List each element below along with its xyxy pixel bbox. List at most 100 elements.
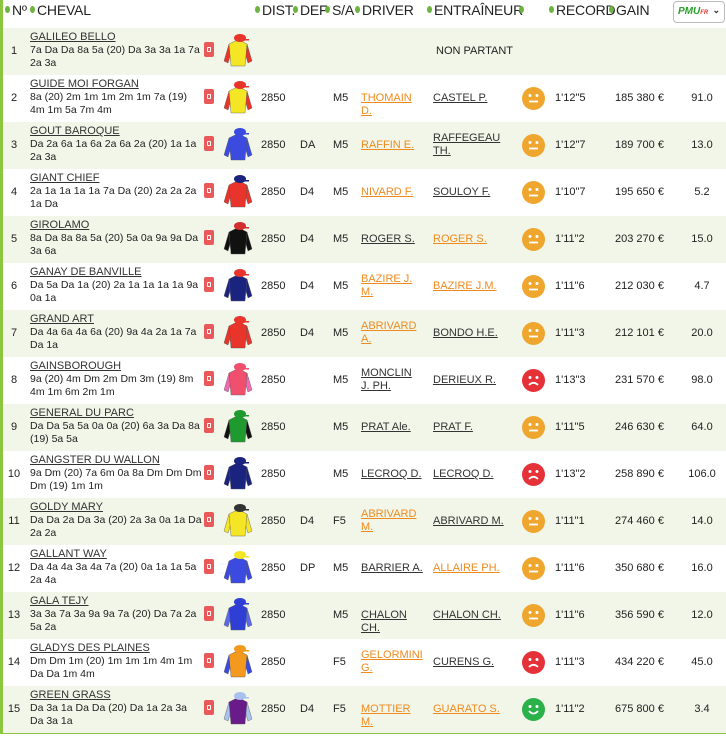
trainer-link[interactable]: CURENS G. <box>433 656 505 669</box>
col-record[interactable]: RECORD <box>549 2 616 18</box>
horse-form: Da 4a 6a 4a 6a (20) 9a 4a 2a 1a 7a Da 1a <box>30 326 197 351</box>
trainer-link[interactable]: RAFFEGEAU TH. <box>433 132 505 158</box>
trainer-link[interactable]: PRAT F. <box>433 421 505 434</box>
driver-link[interactable]: RAFFIN E. <box>361 139 423 152</box>
ticket-icon[interactable] <box>204 418 214 433</box>
record: 1'11"2 <box>555 703 585 715</box>
form-neutral-face-icon <box>522 87 545 110</box>
col-mood[interactable] <box>519 2 527 18</box>
horse-name-link[interactable]: GOUT BAROQUE <box>30 125 120 137</box>
horse-form: Da 2a 6a 1a 6a 2a 6a 2a (20) 1a 1a 2a 3a <box>30 138 197 163</box>
distance: 2850 <box>261 327 286 339</box>
ticket-icon[interactable] <box>204 230 214 245</box>
form-neutral-face-icon <box>522 416 545 439</box>
provider-select[interactable]: PMUFR ⌄ <box>673 1 725 23</box>
driver-link[interactable]: GELORMINI G. <box>361 649 423 675</box>
driver-link[interactable]: ABRIVARD A. <box>361 320 423 346</box>
odds: 15.0 <box>691 233 713 245</box>
trainer-link[interactable]: BONDO H.E. <box>433 327 505 340</box>
record: 1'11"6 <box>555 609 585 621</box>
trainer-link[interactable]: ROGER S. <box>433 233 505 246</box>
horse-name-link[interactable]: GAINSBOROUGH <box>30 360 121 372</box>
jockey-silk-icon <box>223 457 253 490</box>
col-dist[interactable]: DIST. <box>255 2 295 18</box>
trainer-link[interactable]: SOULOY F. <box>433 186 505 199</box>
driver-link[interactable]: MONCLIN J. PH. <box>361 367 423 393</box>
form-bad-face-icon <box>522 463 545 486</box>
horse-number: 5 <box>10 233 18 245</box>
col-entraineur[interactable]: ENTRAÎNEUR <box>427 2 523 18</box>
trainer-link[interactable]: LECROQ D. <box>433 468 505 481</box>
table-row: 12 GALLANT WAY Da 4a 4a 3a 4a 7a (20) 0a… <box>3 545 726 592</box>
horse-name-link[interactable]: GALA TEJY <box>30 595 89 607</box>
horse-name-link[interactable]: GENERAL DU PARC <box>30 407 134 419</box>
ticket-icon[interactable] <box>204 183 214 198</box>
horse-name-link[interactable]: GLADYS DES PLAINES <box>30 642 150 654</box>
col-num[interactable]: Nº <box>5 2 27 18</box>
horse-name-link[interactable]: GIANT CHIEF <box>30 172 99 184</box>
trainer-link[interactable]: BAZIRE J.M. <box>433 280 505 293</box>
jockey-silk-icon <box>223 81 253 114</box>
ticket-icon[interactable] <box>204 606 214 621</box>
odds: 14.0 <box>691 515 713 527</box>
form-neutral-face-icon <box>522 604 545 627</box>
horse-name-link[interactable]: GRAND ART <box>30 313 94 325</box>
horse-name-link[interactable]: GREEN GRASS <box>30 689 111 701</box>
col-cheval[interactable]: CHEVAL <box>30 2 91 18</box>
odds: 98.0 <box>691 374 713 386</box>
horse-name-link[interactable]: GALILEO BELLO <box>30 31 116 43</box>
record: 1'13"3 <box>555 374 586 386</box>
sex-age: M5 <box>333 609 349 621</box>
trainer-link[interactable]: ABRIVARD M. <box>433 515 505 528</box>
horse-name-link[interactable]: GALLANT WAY <box>30 548 107 560</box>
trainer-link[interactable]: GUARATO S. <box>433 703 505 716</box>
horse-name-link[interactable]: GOLDY MARY <box>30 501 103 513</box>
horse-number: 11 <box>8 515 20 527</box>
horse-name-link[interactable]: GANGSTER DU WALLON <box>30 454 160 466</box>
driver-link[interactable]: BAZIRE J. M. <box>361 273 423 299</box>
trainer-link[interactable]: CASTEL P. <box>433 92 505 105</box>
driver-link[interactable]: NIVARD F. <box>361 186 423 199</box>
driver-link[interactable]: THOMAIN D. <box>361 92 423 118</box>
col-driver[interactable]: DRIVER <box>355 2 414 18</box>
trainer-link[interactable]: DERIEUX R. <box>433 374 505 387</box>
col-def[interactable]: DEF <box>293 2 328 18</box>
record: 1'11"5 <box>555 421 585 433</box>
horse-name-link[interactable]: GIROLAMO <box>30 219 89 231</box>
driver-link[interactable]: LECROQ D. <box>361 468 423 481</box>
ticket-icon[interactable] <box>204 371 214 386</box>
ticket-icon[interactable] <box>204 465 214 480</box>
ticket-icon[interactable] <box>204 42 214 57</box>
jockey-silk-icon <box>223 645 253 678</box>
ticket-icon[interactable] <box>204 277 214 292</box>
ticket-icon[interactable] <box>204 324 214 339</box>
driver-link[interactable]: BARRIER A. <box>361 562 423 575</box>
provider-suffix: FR <box>700 10 709 16</box>
ticket-icon[interactable] <box>204 136 214 151</box>
sex-age: M5 <box>333 280 349 292</box>
distance: 2850 <box>261 703 286 715</box>
ticket-icon[interactable] <box>204 559 214 574</box>
driver-link[interactable]: CHALON CH. <box>361 609 423 635</box>
driver-link[interactable]: ROGER S. <box>361 233 423 246</box>
gain: 675 800 € <box>615 703 664 715</box>
trainer-link[interactable]: ALLAIRE PH. <box>433 562 505 575</box>
distance: 2850 <box>261 562 286 574</box>
ticket-icon[interactable] <box>204 653 214 668</box>
gain: 203 270 € <box>615 233 664 245</box>
horse-name-link[interactable]: GUIDE MOI FORGAN <box>30 78 139 90</box>
driver-link[interactable]: MOTTIER M. <box>361 703 423 729</box>
driver-link[interactable]: PRAT Ale. <box>361 421 423 434</box>
horse-name-link[interactable]: GANAY DE BANVILLE <box>30 266 141 278</box>
col-gain[interactable]: GAIN <box>609 2 650 18</box>
ticket-icon[interactable] <box>204 700 214 715</box>
trainer-link[interactable]: CHALON CH. <box>433 609 505 622</box>
ticket-icon[interactable] <box>204 512 214 527</box>
table-row: 11 GOLDY MARY Da Da 2a Da 3a (20) 2a 3a … <box>3 498 726 545</box>
ticket-icon[interactable] <box>204 89 214 104</box>
driver-link[interactable]: ABRIVARD M. <box>361 508 423 534</box>
odds: 20.0 <box>691 327 713 339</box>
sex-age: M5 <box>333 468 349 480</box>
col-sa[interactable]: S/A <box>325 2 354 18</box>
odds: 13.0 <box>691 139 713 151</box>
